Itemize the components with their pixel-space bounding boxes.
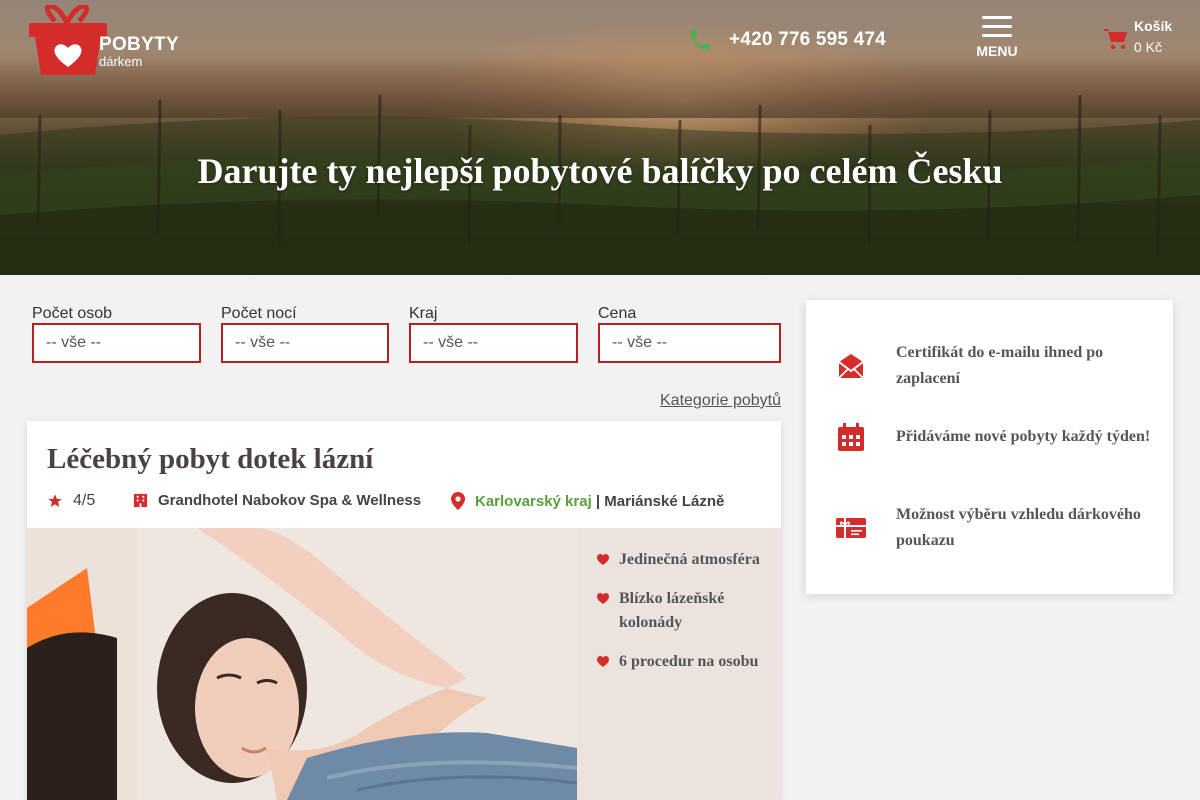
phone-icon — [690, 30, 710, 50]
region-link[interactable]: Karlovarský kraj — [475, 493, 592, 510]
gift-heart-logo-icon — [29, 5, 107, 75]
product-features: Jedinečná atmosféra Blízko lázeňské kolo… — [577, 528, 781, 800]
feature-text: Jedinečná atmosféra — [619, 551, 760, 568]
hamburger-icon — [982, 16, 1012, 37]
feature-text: 6 procedur na osobu — [619, 653, 759, 670]
logo-title: POBYTY — [99, 34, 179, 55]
menu-label: MENU — [976, 43, 1018, 59]
product-photo[interactable] — [27, 528, 577, 800]
benefit-item: Certifikát do e-mailu ihned po zaplacení — [835, 340, 1151, 392]
price-select[interactable]: -- vše -- — [598, 323, 781, 363]
shopping-cart-icon — [1104, 29, 1127, 50]
filter-label: Počet nocí — [221, 305, 297, 322]
hotel-icon — [133, 493, 148, 508]
star-icon — [48, 494, 62, 507]
phone-number[interactable]: +420 776 595 474 — [729, 29, 886, 51]
filter-nights: Počet nocí -- vše -- — [221, 305, 389, 363]
calendar-icon — [838, 423, 864, 451]
feature-text: Blízko lázeňské kolonády — [619, 590, 725, 631]
product-hotel: Grandhotel Nabokov Spa & Wellness — [133, 492, 421, 509]
benefit-text: Přidáváme nové pobyty každý týden! — [896, 428, 1151, 445]
cart-label: Košík — [1134, 18, 1173, 34]
location-separator: | — [591, 492, 605, 510]
map-pin-icon — [451, 492, 465, 510]
rating-value: 4/5 — [73, 492, 96, 509]
filter-persons: Počet osob -- vše -- — [32, 305, 201, 363]
phone-contact[interactable]: +420 776 595 474 — [687, 26, 886, 54]
product-card[interactable]: Léčebný pobyt dotek lázní 4/5 Grandhotel… — [27, 421, 781, 800]
benefits-box: Certifikát do e-mailu ihned po zaplacení… — [806, 300, 1173, 594]
hotel-name: Grandhotel Nabokov Spa & Wellness — [158, 492, 422, 509]
heart-icon — [597, 593, 609, 604]
feature-item: Jedinečná atmosféra — [597, 548, 781, 572]
logo-subtitle: dárkem — [99, 54, 143, 69]
benefit-item: Možnost výběru vzhledu dárkového poukazu — [835, 502, 1151, 554]
massage-photo — [27, 528, 577, 800]
site-logo[interactable]: POBYTY dárkem — [27, 5, 187, 77]
filter-region: Kraj -- vše -- — [409, 305, 578, 363]
region-select[interactable]: -- vše -- — [409, 323, 578, 363]
benefit-item: Přidáváme nové pobyty každý týden! — [835, 421, 1151, 453]
envelope-icon — [838, 354, 864, 379]
cart-button[interactable]: Košík 0 Kč — [1104, 16, 1184, 60]
product-location: Karlovarský kraj | Mariánské Lázně — [451, 492, 724, 510]
city-name: Mariánské Lázně — [604, 492, 725, 510]
menu-button[interactable]: MENU — [970, 16, 1024, 62]
nights-select[interactable]: -- vše -- — [221, 323, 389, 363]
gift-card-icon — [836, 518, 866, 538]
cart-total: 0 Kč — [1134, 39, 1163, 55]
product-title[interactable]: Léčebný pobyt dotek lázní — [47, 443, 373, 476]
filter-price: Cena -- vše -- — [598, 305, 781, 363]
persons-select[interactable]: -- vše -- — [32, 323, 201, 363]
filter-label: Počet osob — [32, 305, 113, 322]
filter-label: Cena — [598, 305, 637, 322]
hero-title: Darujte ty nejlepší pobytové balíčky po … — [197, 151, 1003, 191]
product-rating: 4/5 — [47, 492, 95, 510]
filter-label: Kraj — [409, 305, 438, 322]
category-link[interactable]: Kategorie pobytů — [660, 392, 781, 410]
feature-item: 6 procedur na osobu — [597, 650, 781, 674]
heart-icon — [597, 554, 609, 565]
feature-item: Blízko lázeňské kolonády — [597, 587, 781, 635]
benefit-text: Certifikát do e-mailu ihned po zaplacení — [896, 344, 1104, 387]
heart-icon — [597, 656, 609, 667]
benefit-text: Možnost výběru vzhledu dárkového poukazu — [896, 506, 1141, 549]
